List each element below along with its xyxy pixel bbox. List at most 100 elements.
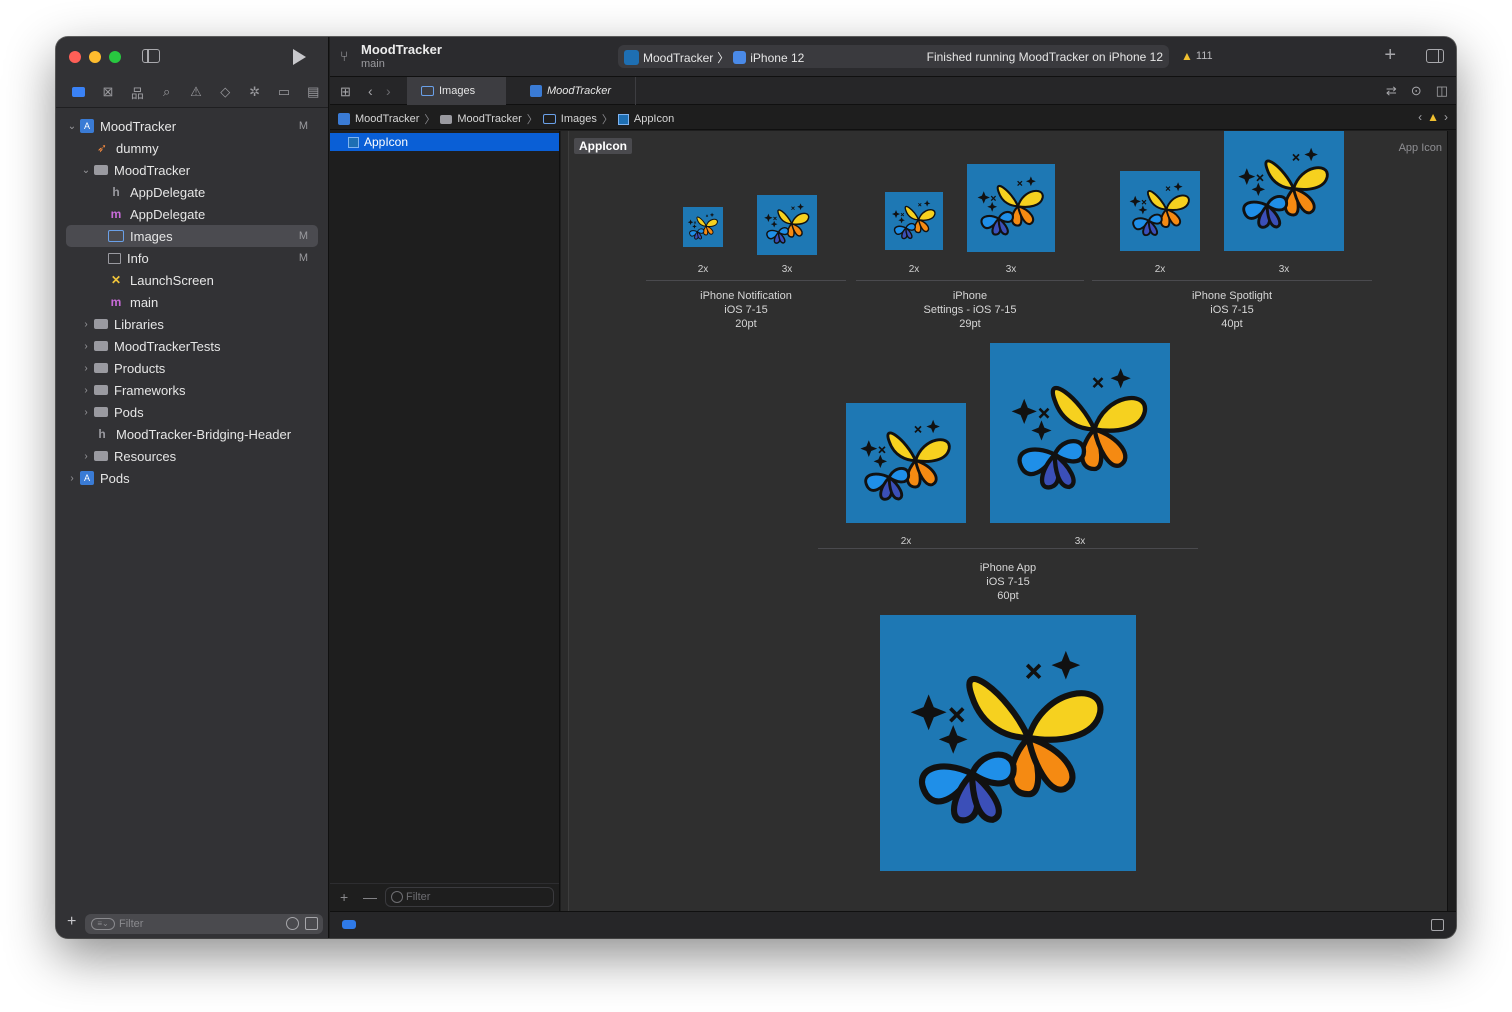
test-diamond-icon[interactable]: ◇ [211, 84, 240, 100]
inspector-edge [1447, 131, 1456, 911]
source-control-filter-icon[interactable] [305, 917, 318, 930]
breadcrumb-item[interactable]: Images [561, 113, 597, 125]
folder-icon [94, 385, 108, 395]
source-control-icon[interactable]: ⊠ [93, 84, 122, 100]
debug-bar [330, 911, 1456, 938]
tree-item-info[interactable]: Info M [66, 247, 318, 269]
tree-item-images[interactable]: Images M [66, 225, 318, 247]
add-file-button[interactable]: + [67, 913, 76, 931]
folder-icon [94, 319, 108, 329]
breadcrumb-item[interactable]: MoodTracker [457, 113, 521, 125]
run-button[interactable] [293, 49, 306, 65]
chevron-down-icon[interactable]: ⌄ [66, 121, 78, 132]
asset-filter-input[interactable]: Filter [385, 887, 554, 907]
warning-indicator[interactable]: ▲ 111 [1181, 49, 1213, 63]
breakpoints-toggle-icon[interactable] [342, 920, 356, 929]
tree-item-pods-group[interactable]: › Pods [66, 401, 318, 423]
icon-slot-settings-3x[interactable] [967, 164, 1055, 252]
icon-slot-notification-2x[interactable] [683, 207, 723, 247]
tree-item-launchscreen[interactable]: ✕ LaunchScreen [66, 269, 318, 291]
filter-icon [391, 891, 403, 903]
find-icon[interactable]: ⌕ [152, 84, 181, 100]
library-add-button[interactable]: + [1384, 44, 1396, 67]
objc-file-icon: m [110, 295, 122, 309]
breakpoint-icon[interactable]: ▭ [269, 84, 298, 100]
tree-item-appdelegate-m[interactable]: m AppDelegate [66, 203, 318, 225]
close-window-button[interactable] [69, 51, 81, 63]
window-toolbar: ⑂ MoodTracker main MoodTracker 〉 iPhone … [330, 37, 1456, 77]
navigator-filter-input[interactable]: ≡⌄ Filter [85, 914, 323, 934]
tree-item-tests[interactable]: › MoodTrackerTests [66, 335, 318, 357]
icon-slot-spotlight-2x[interactable] [1120, 171, 1200, 251]
icon-slot-app-store[interactable] [880, 615, 1136, 871]
tab-images[interactable]: Images [407, 77, 506, 105]
asset-editor: AppIcon App Icon 2x 3x iPhone Notificati… [561, 131, 1447, 911]
tree-item-bridging-header[interactable]: h MoodTracker-Bridging-Header [66, 423, 318, 445]
scheme-name[interactable]: MoodTracker [643, 51, 713, 65]
chevron-down-icon[interactable]: ⌄ [80, 165, 92, 176]
related-items-icon[interactable]: ⊞ [340, 84, 351, 100]
slot-group-spotlight: iPhone Spotlight iOS 7-15 40pt [1092, 289, 1372, 331]
previous-issue-icon[interactable]: ‹ [1418, 110, 1422, 124]
chevron-right-icon[interactable]: › [80, 385, 92, 396]
warning-icon[interactable]: ▲ [1427, 110, 1439, 124]
chevron-right-icon[interactable]: › [80, 451, 92, 462]
group-size: 60pt [997, 590, 1019, 602]
asset-list-footer: + — Filter [330, 883, 559, 911]
chevron-right-icon[interactable]: › [80, 407, 92, 418]
minimize-window-button[interactable] [89, 51, 101, 63]
asset-row-appicon[interactable]: AppIcon [330, 133, 559, 151]
tree-item-project[interactable]: ⌄ A MoodTracker M [66, 115, 318, 137]
report-icon[interactable]: ▤ [299, 84, 328, 100]
xcode-window: ⊠ 品 ⌕ ⚠ ◇ ✲ ▭ ▤ ⌄ A MoodTracker M ➶ dumm… [56, 37, 1456, 938]
breadcrumb-item[interactable]: MoodTracker [355, 113, 419, 125]
add-asset-button[interactable]: + [340, 889, 348, 905]
icon-slot-settings-2x[interactable] [885, 192, 943, 250]
tree-item-products[interactable]: › Products [66, 357, 318, 379]
chevron-right-icon: 〉 [601, 114, 613, 126]
zoom-window-button[interactable] [109, 51, 121, 63]
modified-badge: M [298, 252, 308, 264]
remove-asset-button[interactable]: — [363, 889, 377, 905]
tree-item-resources[interactable]: › Resources [66, 445, 318, 467]
tree-item-main[interactable]: m main [66, 291, 318, 313]
tree-item-dummy[interactable]: ➶ dummy [66, 137, 318, 159]
sidebar-toggle-icon[interactable] [142, 49, 160, 63]
chevron-right-icon[interactable]: › [66, 473, 78, 484]
debug-spray-icon[interactable]: ✲ [240, 84, 269, 100]
tree-item-pods-project[interactable]: › A Pods [66, 467, 318, 489]
device-name[interactable]: iPhone 12 [750, 51, 804, 65]
folder-icon[interactable] [64, 85, 93, 100]
icon-slot-notification-3x[interactable] [757, 195, 817, 255]
tree-item-label: LaunchScreen [130, 272, 214, 288]
debug-area-toggle-icon[interactable] [1431, 919, 1444, 931]
branch-name[interactable]: main [361, 58, 385, 70]
more-options-icon[interactable]: ⊙ [1411, 83, 1422, 99]
icon-slot-spotlight-3x[interactable] [1224, 131, 1344, 251]
jump-bar: MoodTracker 〉 MoodTracker 〉 Images 〉 App… [330, 105, 1456, 130]
icon-slot-app-3x[interactable] [990, 343, 1170, 523]
next-issue-icon[interactable]: › [1444, 110, 1448, 124]
recent-files-icon[interactable] [286, 917, 299, 930]
tree-item-moodtracker-group[interactable]: ⌄ MoodTracker [66, 159, 318, 181]
chevron-right-icon[interactable]: › [80, 363, 92, 374]
chevron-right-icon[interactable]: › [80, 319, 92, 330]
tree-item-appdelegate-h[interactable]: h AppDelegate [66, 181, 318, 203]
hierarchy-icon[interactable]: 品 [123, 83, 152, 102]
icon-slot-app-2x[interactable] [846, 403, 966, 523]
scheme-selector[interactable]: MoodTracker 〉 iPhone 12 [624, 49, 804, 66]
chevron-right-icon[interactable]: › [80, 341, 92, 352]
forward-chevron-icon[interactable]: › [386, 83, 391, 99]
inspector-toggle-icon[interactable] [1426, 49, 1444, 63]
tab-moodtracker[interactable]: MoodTracker [516, 77, 636, 105]
group-size: 40pt [1221, 318, 1243, 330]
tree-item-frameworks[interactable]: › Frameworks [66, 379, 318, 401]
issue-warning-icon[interactable]: ⚠ [181, 84, 210, 100]
swap-icon[interactable]: ⇄ [1386, 83, 1397, 99]
breadcrumb-item[interactable]: AppIcon [634, 113, 674, 125]
tree-item-libraries[interactable]: › Libraries [66, 313, 318, 335]
folder-icon [94, 407, 108, 417]
back-chevron-icon[interactable]: ‹ [368, 83, 373, 99]
filter-options-icon[interactable]: ≡⌄ [91, 918, 115, 930]
split-editor-icon[interactable]: ◫ [1436, 83, 1448, 99]
